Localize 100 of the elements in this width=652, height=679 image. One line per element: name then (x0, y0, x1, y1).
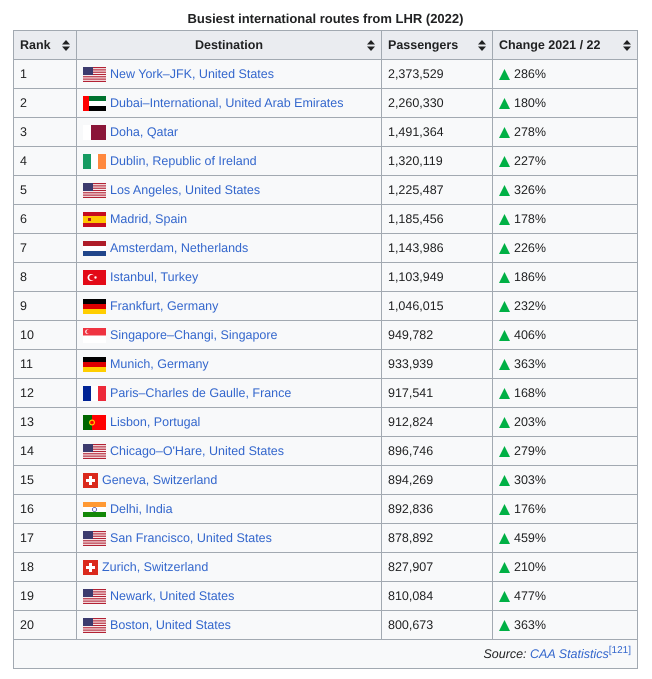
change-value: 178% (514, 211, 546, 227)
flag-icon (83, 298, 106, 314)
increase-triangle-icon (499, 504, 510, 514)
flag-icon (83, 328, 106, 342)
source-link[interactable]: CAA Statistics (530, 647, 609, 661)
flag-icon (83, 240, 106, 256)
table-cell: 1,491,364 (382, 118, 492, 146)
table-cell: 7 (14, 234, 76, 262)
change-value: 278% (514, 124, 546, 140)
column-header[interactable]: Change 2021 / 22 (492, 30, 638, 60)
change-value: 363% (514, 356, 546, 372)
change-value: 326% (514, 182, 546, 198)
table-cell: 892,836 (382, 494, 492, 524)
table-cell: 15 (14, 466, 76, 494)
sort-icon[interactable] (623, 40, 631, 50)
table-cell: 800,673 (382, 610, 492, 640)
table-cell: 4 (14, 146, 76, 176)
table-cell: 912,824 (382, 408, 492, 436)
destination-link[interactable]: Lisbon, Portugal (110, 414, 200, 430)
source-note: Source: CAA Statistics$^{[121]}$ (483, 647, 631, 661)
increase-triangle-icon (499, 242, 510, 254)
flag-icon (83, 588, 106, 604)
increase-triangle-icon (499, 358, 510, 370)
table-cell: 917,541 (382, 378, 492, 408)
table-cell: 894,269 (382, 466, 492, 494)
increase-triangle-icon (499, 214, 510, 224)
increase-triangle-icon (499, 562, 510, 572)
change-value: 279% (514, 443, 546, 459)
increase-triangle-icon (499, 300, 510, 312)
table-cell: 2,373,529 (382, 60, 492, 88)
destination-link[interactable]: Doha, Qatar (110, 124, 178, 140)
table-cell: 14 (14, 436, 76, 466)
flag-icon (83, 270, 106, 284)
table-cell: 5 (14, 176, 76, 204)
flag-icon (83, 96, 106, 110)
increase-triangle-icon (499, 620, 510, 630)
table-cell: 12 (14, 378, 76, 408)
table-cell: 13 (14, 408, 76, 436)
table-cell: 10 (14, 320, 76, 350)
column-header[interactable]: Passengers (382, 30, 492, 60)
table-cell: 1,225,487 (382, 176, 492, 204)
table-cell: 17 (14, 524, 76, 552)
increase-triangle-icon (499, 184, 510, 196)
flag-icon (83, 444, 106, 458)
table-cell: 2,260,330 (382, 88, 492, 118)
table-cell: 896,746 (382, 436, 492, 466)
increase-triangle-icon (499, 474, 510, 486)
change-value: 203% (514, 414, 546, 430)
table-cell: 827,907 (382, 552, 492, 582)
destination-link[interactable]: Istanbul, Turkey (110, 269, 198, 285)
destination-link[interactable]: Zurich, Switzerland (102, 559, 208, 575)
change-value: 363% (514, 617, 546, 633)
destination-link[interactable]: Madrid, Spain (110, 211, 188, 227)
flag-icon (83, 66, 106, 82)
increase-triangle-icon (499, 68, 510, 80)
table-cell: 1,320,119 (382, 146, 492, 176)
change-value: 406% (514, 327, 546, 343)
destination-link[interactable]: Frankfurt, Germany (110, 298, 218, 314)
increase-triangle-icon (499, 446, 510, 456)
increase-triangle-icon (499, 532, 510, 544)
increase-triangle-icon (499, 272, 510, 282)
change-value: 227% (514, 153, 546, 169)
sort-icon[interactable] (62, 40, 70, 50)
increase-triangle-icon (499, 590, 510, 602)
increase-triangle-icon (499, 126, 510, 138)
change-value: 180% (514, 95, 546, 111)
column-header[interactable]: Rank (14, 30, 76, 60)
table-cell: 6 (14, 204, 76, 234)
flag-icon (83, 618, 106, 632)
table-cell: 949,782 (382, 320, 492, 350)
increase-triangle-icon (499, 330, 510, 340)
destination-link[interactable]: Munich, Germany (110, 356, 209, 372)
sort-icon[interactable] (478, 40, 486, 50)
increase-triangle-icon (499, 156, 510, 166)
flag-icon (83, 212, 106, 226)
flag-icon (83, 154, 106, 168)
flag-icon (83, 182, 106, 198)
change-value: 186% (514, 269, 546, 285)
table-cell: 933,939 (382, 350, 492, 378)
destination-link[interactable]: Delhi, India (110, 501, 173, 517)
sort-icon[interactable] (367, 40, 375, 50)
change-value: 176% (514, 501, 546, 517)
table-cell: 2 (14, 88, 76, 118)
change-value: 303% (514, 472, 546, 488)
column-header[interactable]: Destination (76, 30, 382, 60)
change-value: 210% (514, 559, 546, 575)
change-value: 286% (514, 66, 546, 82)
flag-icon (83, 560, 98, 574)
table-cell: 1 (14, 60, 76, 88)
table-cell: 8 (14, 262, 76, 292)
table-cell: 1,143,986 (382, 234, 492, 262)
table-cell: 1,046,015 (382, 292, 492, 320)
increase-triangle-icon (499, 98, 510, 108)
change-value: 477% (514, 588, 546, 604)
reference-link[interactable]: [121] (608, 645, 631, 656)
flag-icon (83, 472, 98, 488)
change-value: 232% (514, 298, 546, 314)
flag-icon (83, 502, 106, 516)
table-cell: 3 (14, 118, 76, 146)
change-value: 226% (514, 240, 546, 256)
